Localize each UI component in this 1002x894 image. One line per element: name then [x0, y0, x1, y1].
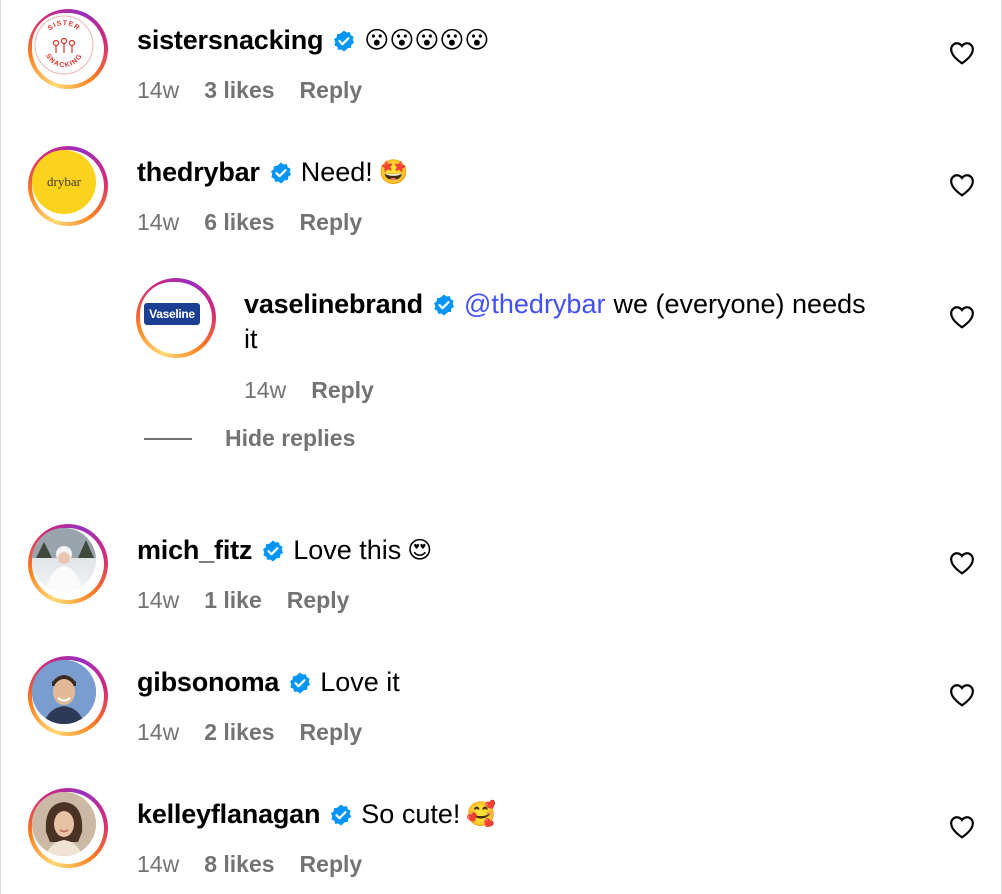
sister-snacking-logo-icon: SISTER SNACKING — [32, 13, 96, 77]
heart-icon[interactable] — [949, 683, 975, 707]
comment-likes[interactable]: 2 likes — [204, 719, 274, 746]
verified-badge-icon — [331, 804, 352, 825]
hide-replies-label: Hide replies — [225, 425, 356, 451]
verified-badge-icon — [263, 540, 284, 561]
comment-time[interactable]: 14w — [137, 77, 179, 104]
comment-emoji: 😍 — [407, 536, 433, 564]
reply-button[interactable]: Reply — [300, 719, 363, 746]
comment-time[interactable]: 14w — [137, 209, 179, 236]
reply-button[interactable]: Reply — [300, 851, 363, 878]
verified-badge-icon — [334, 30, 355, 51]
mention-link[interactable]: @thedrybar — [464, 289, 605, 320]
comment-text: So cute! — [361, 799, 461, 829]
reply-button[interactable]: Reply — [300, 77, 363, 104]
comment-likes[interactable]: 6 likes — [204, 209, 274, 236]
comment-time[interactable]: 14w — [137, 719, 179, 746]
verified-badge-icon — [290, 672, 311, 693]
comment-username[interactable]: mich_fitz — [137, 535, 252, 566]
reply-time[interactable]: 14w — [244, 377, 286, 404]
avatar[interactable] — [28, 656, 108, 736]
comment-text: Love this — [293, 535, 402, 565]
verified-badge-icon — [433, 294, 454, 315]
avatar[interactable]: Vaseline — [136, 278, 216, 358]
reply-button[interactable]: Reply — [287, 587, 350, 614]
heart-icon[interactable] — [949, 815, 975, 839]
reply-username[interactable]: vaselinebrand — [244, 289, 423, 320]
reply-button[interactable]: Reply — [300, 209, 363, 236]
comment-likes[interactable]: 3 likes — [204, 77, 274, 104]
comment-emoji: 🤩 — [378, 158, 409, 186]
comment-time[interactable]: 14w — [137, 851, 179, 878]
heart-icon[interactable] — [949, 41, 975, 65]
vaseline-logo-icon: Vaseline — [140, 282, 204, 346]
comment-emoji: 😮😮😮😮😮 — [364, 26, 490, 54]
heart-icon[interactable] — [949, 551, 975, 575]
comment-emoji: 🥰 — [466, 800, 497, 828]
drybar-logo-icon: drybar — [32, 150, 96, 214]
comment-username[interactable]: gibsonoma — [137, 667, 279, 698]
avatar[interactable] — [28, 788, 108, 868]
comment-username[interactable]: sistersnacking — [137, 25, 323, 56]
avatar[interactable]: SISTER SNACKING — [28, 9, 108, 89]
comment-username[interactable]: kelleyflanagan — [137, 799, 320, 830]
avatar[interactable] — [28, 524, 108, 604]
profile-photo-icon — [32, 528, 96, 592]
reply-text-continued: it — [244, 324, 258, 354]
divider-line — [144, 437, 192, 440]
comment-likes[interactable]: 8 likes — [204, 851, 274, 878]
comment-time[interactable]: 14w — [137, 587, 179, 614]
profile-photo-icon — [32, 660, 96, 724]
comment-text: Love it — [320, 667, 400, 697]
comment-likes[interactable]: 1 like — [204, 587, 262, 614]
comment-username[interactable]: thedrybar — [137, 157, 260, 188]
verified-badge-icon — [270, 162, 291, 183]
hide-replies-button[interactable]: Hide replies — [144, 425, 355, 452]
heart-icon[interactable] — [949, 173, 975, 197]
reply-button[interactable]: Reply — [311, 377, 374, 404]
avatar[interactable]: drybar — [28, 146, 108, 226]
profile-photo-icon — [32, 792, 96, 856]
comment-text: Need! — [300, 157, 373, 187]
comments-panel: SISTER SNACKING sistersnacking 😮😮😮😮😮 14w — [0, 0, 1002, 894]
heart-icon[interactable] — [949, 305, 975, 329]
reply-text: we (everyone) needs — [613, 289, 866, 319]
